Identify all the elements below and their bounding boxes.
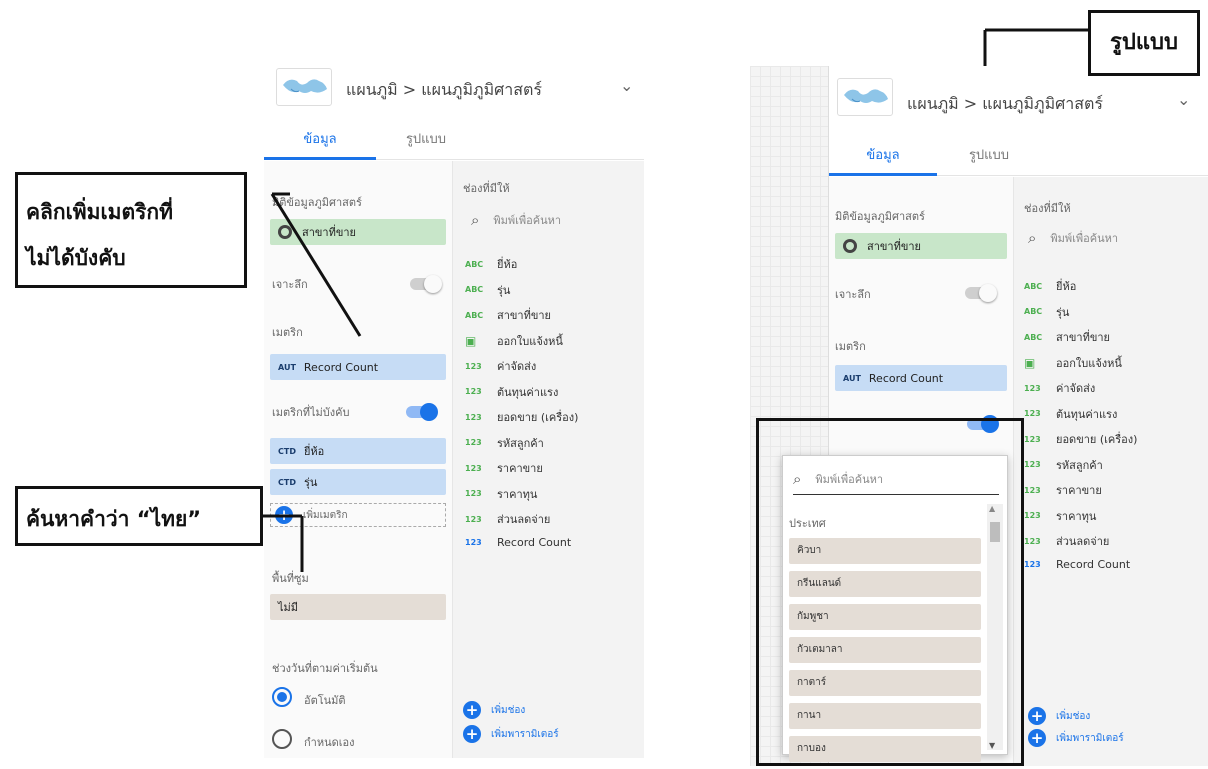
metric-tag: AUT xyxy=(843,373,861,383)
number-type-icon: 123 xyxy=(1024,485,1041,495)
field-label: ค่าจัดส่ง xyxy=(1056,382,1096,395)
dropdown-search-placeholder: พิมพ์เพื่อค้นหา xyxy=(815,473,884,486)
add-parameter-button[interactable]: + เพิ่มพารามิเตอร์ xyxy=(1028,729,1124,747)
search-icon: ⌕ xyxy=(1028,229,1037,247)
add-field-button[interactable]: + เพิ่มช่อง xyxy=(1028,707,1090,725)
country-dropdown[interactable]: ⌕ พิมพ์เพื่อค้นหา ประเทศ คิวบากรีนแลนด์ก… xyxy=(782,455,1008,762)
field-item[interactable]: 123 ส่วนลดจ่าย xyxy=(1024,532,1109,550)
plus-icon: + xyxy=(1028,707,1046,725)
drilldown-label: เจาะลึก xyxy=(835,288,871,301)
field-item[interactable]: 123 Record Count xyxy=(1024,558,1130,571)
callout-search-thai: ค้นหาคำว่า “ไทย” xyxy=(15,486,263,546)
dropdown-search[interactable]: ⌕ พิมพ์เพื่อค้นหา xyxy=(793,470,999,495)
metric-label: เมตริก xyxy=(835,340,866,353)
field-item[interactable]: 123 รหัสลูกค้า xyxy=(1024,456,1103,474)
add-parameter-label: เพิ่มพารามิเตอร์ xyxy=(1056,732,1124,744)
dropdown-option[interactable]: กรีนแลนด์ xyxy=(789,571,981,597)
field-label: ต้นทุนค่าแรง xyxy=(1056,407,1118,421)
field-label: รหัสลูกค้า xyxy=(1056,458,1103,472)
dropdown-option[interactable]: กาบอง xyxy=(789,736,981,762)
field-label: ออกใบแจ้งหนี้ xyxy=(1056,356,1122,370)
field-label: Record Count xyxy=(1056,557,1131,571)
field-label: รุ่น xyxy=(1056,305,1070,319)
dimension-value: สาขาที่ขาย xyxy=(867,240,921,253)
number-type-icon: 123 xyxy=(1024,434,1041,444)
plus-icon: + xyxy=(1028,729,1046,747)
field-label: ราคาทุน xyxy=(1056,509,1097,523)
dropdown-group-label: ประเทศ xyxy=(789,517,826,530)
field-label: ยอดขาย (เครื่อง) xyxy=(1056,433,1138,446)
chevron-down-icon[interactable]: ⌄ xyxy=(1177,90,1190,109)
field-label: ส่วนลดจ่าย xyxy=(1056,535,1110,548)
field-label: ยี่ห้อ xyxy=(1056,280,1077,293)
field-item[interactable]: 123 ราคาทุน xyxy=(1024,507,1096,525)
globe-icon xyxy=(843,239,857,253)
dimension-chip[interactable]: สาขาที่ขาย xyxy=(835,233,1007,259)
field-item[interactable]: 123 ค่าจัดส่ง xyxy=(1024,379,1095,397)
field-item[interactable]: 123 ต้นทุนค่าแรง xyxy=(1024,405,1117,423)
breadcrumb: แผนภูมิ > แผนภูมิภูมิศาสตร์ xyxy=(907,94,1103,113)
tab-style[interactable]: รูปแบบ xyxy=(937,136,1041,176)
number-type-icon: 123 xyxy=(1024,383,1041,393)
search-icon: ⌕ xyxy=(793,470,802,488)
metric-value: Record Count xyxy=(868,371,944,385)
field-item[interactable]: 123 ราคาขาย xyxy=(1024,481,1102,499)
drilldown-toggle[interactable] xyxy=(965,284,997,302)
dropdown-option[interactable]: คิวบา xyxy=(789,538,981,564)
dimension-label: มิติข้อมูลภูมิศาสตร์ xyxy=(835,210,925,223)
calendar-icon: ▣ xyxy=(1024,355,1036,370)
field-search[interactable]: ⌕ พิมพ์เพื่อค้นหา xyxy=(1028,229,1118,247)
text-type-icon: ABC xyxy=(1024,332,1043,342)
field-item[interactable]: ▣ ออกใบแจ้งหนี้ xyxy=(1024,354,1122,372)
callout-line: ไม่ได้บังคับ xyxy=(26,246,126,270)
add-field-label: เพิ่มช่อง xyxy=(1056,710,1091,722)
tab-bar: ข้อมูล รูปแบบ xyxy=(829,136,1208,176)
dropdown-option[interactable]: กัวเตมาลา xyxy=(789,637,981,663)
field-item[interactable]: ABC รุ่น xyxy=(1024,303,1069,321)
dropdown-option[interactable]: กาตาร์ xyxy=(789,670,981,696)
field-item[interactable]: 123 ยอดขาย (เครื่อง) xyxy=(1024,430,1137,448)
text-type-icon: ABC xyxy=(1024,281,1043,291)
number-type-icon: 123 xyxy=(1024,559,1041,569)
dropdown-option[interactable]: กัมพูชา xyxy=(789,604,981,630)
metric-chip[interactable]: AUT Record Count xyxy=(835,365,1007,391)
number-type-icon: 123 xyxy=(1024,460,1041,469)
field-label: สาขาที่ขาย xyxy=(1056,331,1110,344)
field-item[interactable]: ABC ยี่ห้อ xyxy=(1024,277,1076,295)
dropdown-option[interactable]: กานา xyxy=(789,703,981,729)
dropdown-scrollbar[interactable]: ▲ ▼ xyxy=(987,504,1003,750)
field-search-placeholder: พิมพ์เพื่อค้นหา xyxy=(1050,232,1119,245)
number-type-icon: 123 xyxy=(1024,511,1041,520)
field-item[interactable]: ABC สาขาที่ขาย xyxy=(1024,328,1110,346)
text-type-icon: ABC xyxy=(1024,307,1043,316)
map-thumbnail-icon[interactable] xyxy=(837,78,893,116)
available-fields-label: ช่องที่มีให้ xyxy=(1024,202,1071,215)
callout-style-tab: รูปแบบ xyxy=(1088,10,1200,76)
callout-optional-metric: คลิกเพิ่มเมตริกที่ ไม่ได้บังคับ xyxy=(15,172,247,288)
number-type-icon: 123 xyxy=(1024,536,1041,546)
field-label: ราคาขาย xyxy=(1056,484,1102,497)
available-fields-column: ช่องที่มีให้ ⌕ พิมพ์เพื่อค้นหา ABC ยี่ห้อ… xyxy=(1013,177,1208,766)
tab-data[interactable]: ข้อมูล xyxy=(829,136,937,176)
number-type-icon: 123 xyxy=(1024,409,1041,418)
callout-line: คลิกเพิ่มเมตริกที่ xyxy=(26,200,173,224)
